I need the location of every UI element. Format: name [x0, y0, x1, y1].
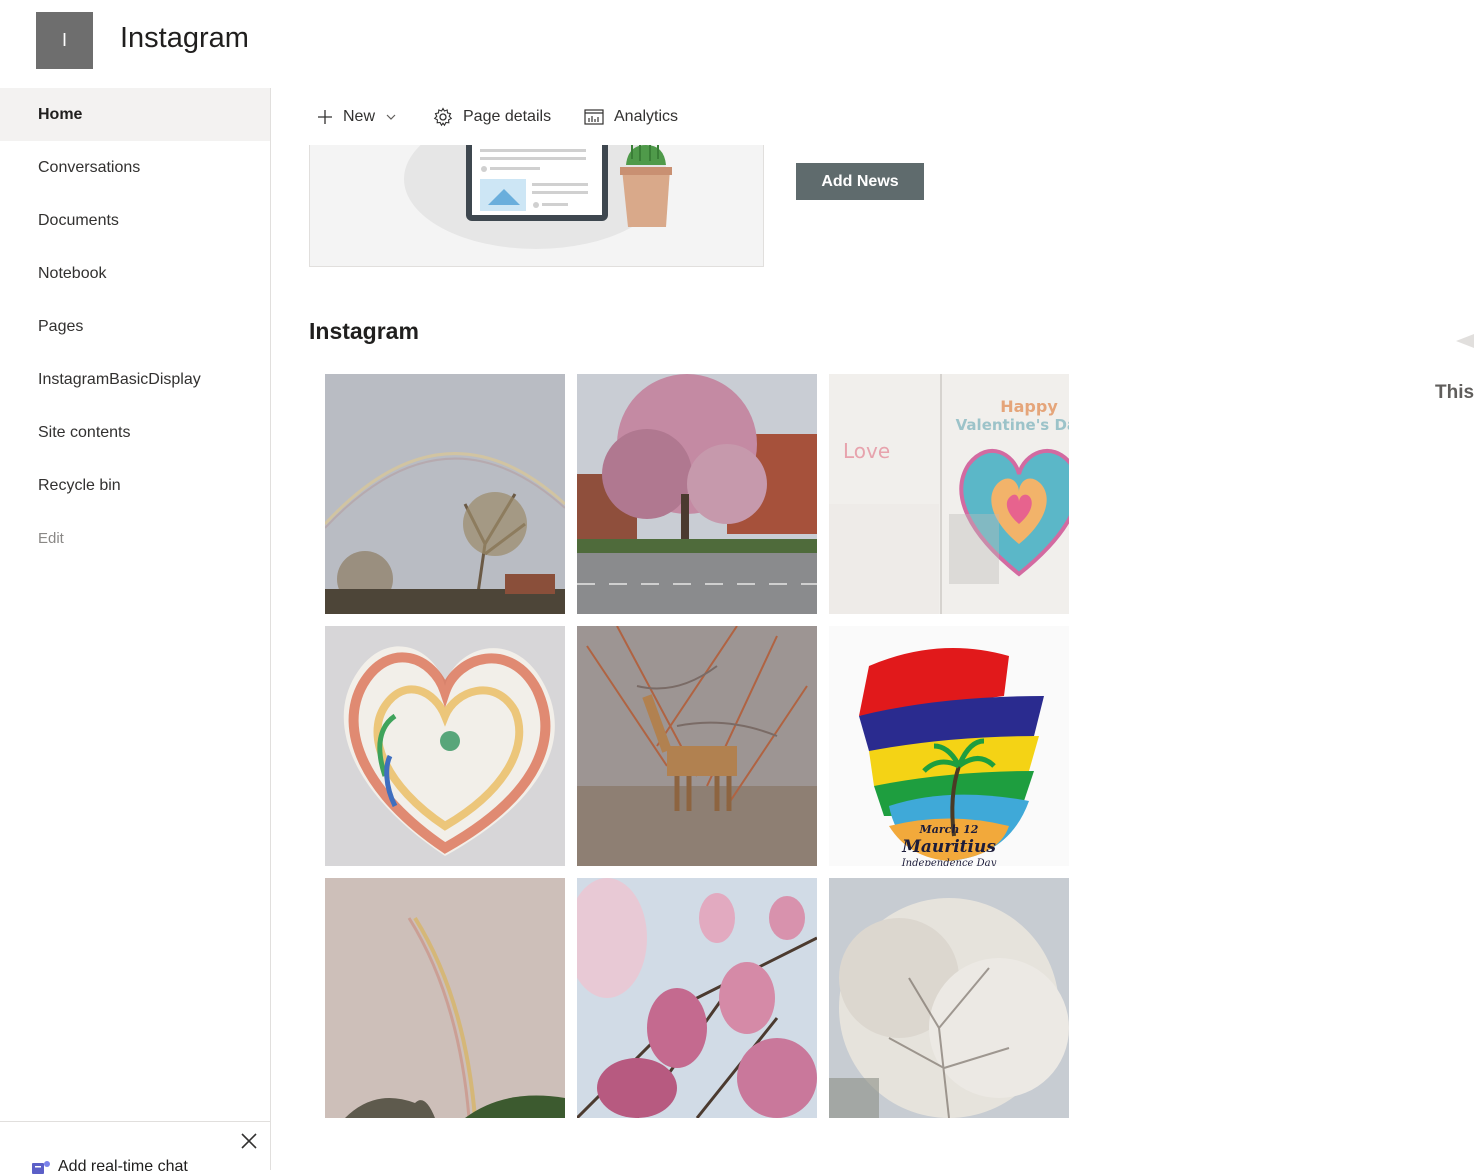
- nav-item-site-contents[interactable]: Site contents: [0, 406, 270, 459]
- nav-item-recycle-bin[interactable]: Recycle bin: [0, 459, 270, 512]
- site-header: I Instagram: [0, 0, 1474, 88]
- instagram-photo-rainbow[interactable]: [325, 374, 565, 614]
- magnolia-street-image: [577, 374, 817, 614]
- teams-icon: [32, 1161, 50, 1174]
- plus-icon: [318, 110, 332, 124]
- crayon-heart-image: [325, 626, 565, 866]
- news-placeholder-card: [309, 145, 764, 267]
- nav-edit-link[interactable]: Edit: [0, 512, 270, 565]
- close-icon[interactable]: [238, 1130, 260, 1152]
- instagram-photo-crayon-heart[interactable]: [325, 626, 565, 866]
- nav-item-instagrambasicdisplay[interactable]: InstagramBasicDisplay: [0, 353, 270, 406]
- site-logo[interactable]: I: [36, 12, 93, 69]
- offscreen-partial-text: This: [1435, 382, 1474, 403]
- new-button-label: New: [343, 108, 376, 125]
- site-logo-letter: I: [61, 30, 67, 50]
- nav-item-conversations[interactable]: Conversations: [0, 141, 270, 194]
- mauritius-graphic-image: March 12 Mauritius Independence Day: [829, 626, 1069, 866]
- valentine-love-text: Love: [843, 439, 890, 463]
- page-details-label: Page details: [463, 108, 552, 125]
- valentine-card-image: Happy Valentine's Day Love: [829, 374, 1069, 614]
- left-navigation: Home Conversations Documents Notebook Pa…: [0, 88, 271, 1175]
- rainbow-photo-image: [325, 374, 565, 614]
- mauritius-date-text: March 12: [919, 823, 979, 836]
- page-details-button[interactable]: Page details: [433, 89, 551, 145]
- site-title[interactable]: Instagram: [120, 22, 249, 55]
- instagram-photo-pink-sky-rainbow[interactable]: [325, 878, 565, 1118]
- valentine-happy-text: Happy: [1000, 397, 1058, 416]
- analytics-icon: [584, 109, 604, 125]
- add-chat-label[interactable]: Add real-time chat: [58, 1158, 188, 1176]
- chevron-down-icon: [386, 114, 396, 120]
- analytics-button[interactable]: Analytics: [584, 89, 678, 145]
- instagram-photo-mauritius-day[interactable]: March 12 Mauritius Independence Day: [829, 626, 1069, 866]
- mauritius-independence-text: Independence Day: [901, 858, 997, 866]
- instagram-photo-giraffe[interactable]: [577, 626, 817, 866]
- add-news-button[interactable]: Add News: [796, 163, 924, 200]
- chat-bar: Add real-time chat: [0, 1121, 270, 1175]
- command-bar: New Page details Analytics: [271, 89, 1474, 145]
- nav-item-notebook[interactable]: Notebook: [0, 247, 270, 300]
- mauritius-name-text: Mauritius: [901, 837, 996, 857]
- nav-item-home[interactable]: Home: [0, 88, 270, 141]
- new-button[interactable]: New: [317, 89, 397, 145]
- nav-item-pages[interactable]: Pages: [0, 300, 270, 353]
- instagram-section-title: Instagram: [309, 318, 419, 344]
- pink-sky-rainbow-image: [325, 878, 565, 1118]
- instagram-photo-valentine-card[interactable]: Happy Valentine's Day Love: [829, 374, 1069, 614]
- analytics-label: Analytics: [614, 108, 679, 125]
- white-blossom-image: [829, 878, 1069, 1118]
- instagram-photo-grid: Happy Valentine's Day Love: [325, 374, 1069, 1118]
- instagram-photo-magnolia-street[interactable]: [577, 374, 817, 614]
- magnolia-blossoms-image: [577, 878, 817, 1118]
- nav-item-documents[interactable]: Documents: [0, 194, 270, 247]
- instagram-photo-white-blossom-tree[interactable]: [829, 878, 1069, 1118]
- instagram-photo-magnolia-blossoms[interactable]: [577, 878, 817, 1118]
- news-placeholder-illustration: [404, 145, 672, 249]
- offscreen-triangle-shape: [1456, 334, 1474, 348]
- gear-icon: [433, 107, 453, 127]
- valentine-day-text: Valentine's Day: [956, 416, 1069, 434]
- giraffe-image: [577, 626, 817, 866]
